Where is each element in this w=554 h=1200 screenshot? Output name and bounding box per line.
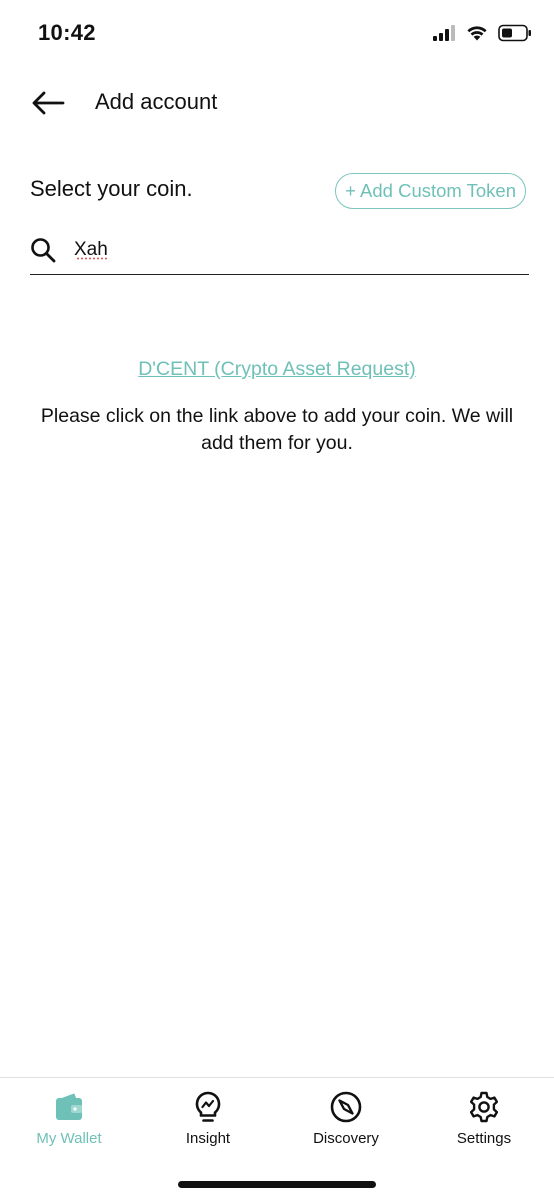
select-coin-row: Select your coin. + Add Custom Token <box>30 172 526 212</box>
wallet-icon <box>56 1093 82 1120</box>
status-bar: 10:42 <box>0 0 554 70</box>
wifi-icon <box>467 26 487 41</box>
tab-my-wallet[interactable]: My Wallet <box>0 1086 138 1156</box>
lightbulb-icon <box>195 1091 221 1122</box>
search-input[interactable] <box>74 234 514 266</box>
battery-icon <box>498 24 531 42</box>
spellcheck-underline <box>76 257 108 260</box>
search-icon <box>31 238 56 263</box>
tab-label-discovery: Discovery <box>313 1130 379 1147</box>
home-indicator <box>178 1181 376 1188</box>
crypto-asset-request-link[interactable]: D'CENT (Crypto Asset Request) <box>0 358 554 381</box>
page-title: Add account <box>95 89 218 114</box>
tab-label-settings: Settings <box>456 1130 512 1147</box>
add-account-screen: 10:42 Add account Select your coin. + Ad… <box>0 0 554 1200</box>
cellular-signal-icon <box>433 25 455 41</box>
select-coin-label: Select your coin. <box>30 176 193 201</box>
tab-settings[interactable]: Settings <box>415 1086 553 1156</box>
search-bar <box>30 232 529 275</box>
gear-icon <box>469 1091 499 1123</box>
tab-label-insight: Insight <box>185 1130 231 1147</box>
header: Add account <box>0 78 554 128</box>
back-button[interactable] <box>28 86 68 120</box>
tab-label-my-wallet: My Wallet <box>36 1130 102 1147</box>
tab-insight[interactable]: Insight <box>139 1086 277 1156</box>
info-message: Please click on the link above to add yo… <box>40 405 514 454</box>
status-icons <box>432 24 532 42</box>
tab-discovery[interactable]: Discovery <box>277 1086 415 1156</box>
compass-icon <box>330 1091 362 1123</box>
arrow-left-icon <box>32 91 65 115</box>
add-custom-token-button[interactable]: + Add Custom Token <box>335 173 526 209</box>
status-time: 10:42 <box>38 20 96 45</box>
